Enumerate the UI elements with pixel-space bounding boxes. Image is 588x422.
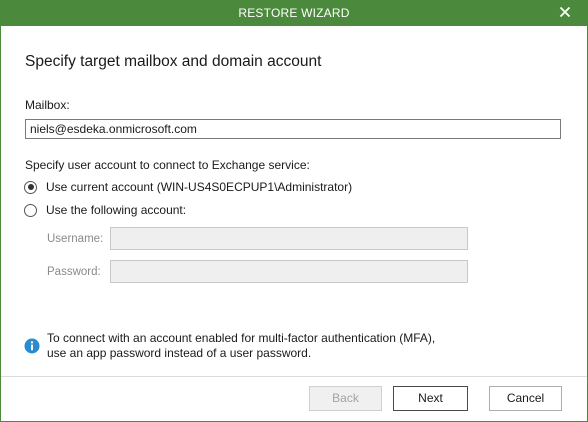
username-label: Username: — [47, 233, 104, 245]
password-input — [110, 260, 468, 283]
radio-use-current-account-label: Use current account (WIN-US4S0ECPUP1\Adm… — [46, 180, 353, 194]
username-input — [110, 227, 468, 250]
back-button[interactable]: Back — [309, 386, 382, 411]
window-frame — [0, 26, 588, 422]
mailbox-label: Mailbox: — [25, 98, 70, 112]
title-bar: RESTORE WIZARD — [0, 0, 588, 26]
mfa-info-text: To connect with an account enabled for m… — [47, 331, 435, 361]
mfa-info-line-2: use an app password instead of a user pa… — [47, 346, 312, 360]
radio-button-checked[interactable] — [24, 180, 37, 194]
info-icon — [24, 338, 40, 354]
close-button[interactable] — [556, 3, 574, 21]
mfa-info-line-1: To connect with an account enabled for m… — [47, 331, 436, 345]
mailbox-input[interactable] — [25, 119, 561, 139]
password-label: Password: — [47, 266, 101, 278]
account-section-label: Specify user account to connect to Excha… — [25, 158, 310, 172]
page-heading: Specify target mailbox and domain accoun… — [25, 53, 322, 70]
next-button[interactable]: Next — [393, 386, 468, 411]
close-icon[interactable] — [556, 3, 574, 21]
radio-use-following-account-label: Use the following account: — [46, 203, 187, 217]
window-title: RESTORE WIZARD — [238, 6, 350, 20]
cancel-button[interactable]: Cancel — [489, 386, 562, 411]
radio-use-current-account[interactable]: Use current account (WIN-US4S0ECPUP1\Adm… — [24, 180, 352, 194]
radio-button-unchecked[interactable] — [24, 203, 37, 217]
radio-use-following-account[interactable]: Use the following account: — [24, 203, 186, 217]
footer-divider — [1, 376, 587, 377]
